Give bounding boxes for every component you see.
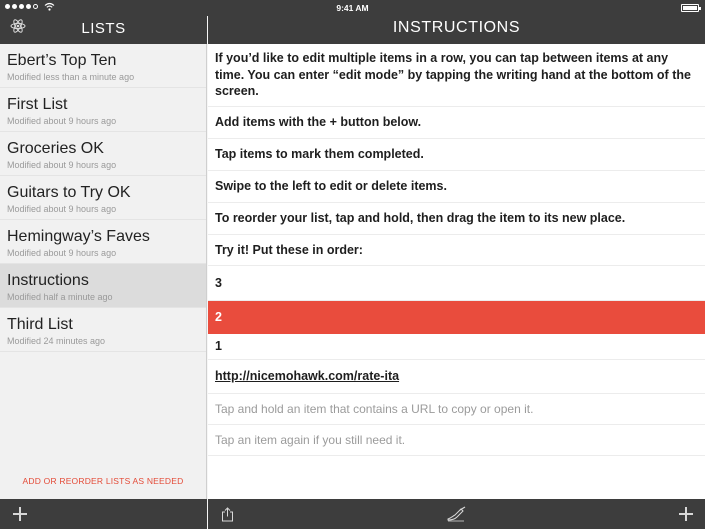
url-row[interactable]: http://nicemohawk.com/rate-ita [208,360,705,394]
list-row[interactable]: If you’d like to edit multiple items in … [208,44,705,107]
list-item-modified: Modified half a minute ago [7,292,113,302]
list-item-name: First List [7,96,68,113]
sidebar-title: LISTS [81,20,126,37]
writing-hand-icon[interactable] [446,506,466,522]
list-item-modified: Modified about 9 hours ago [7,160,117,170]
list-item-selected[interactable]: Instructions Modified half a minute ago [0,264,206,308]
list-item-name: Hemingway’s Faves [7,228,150,245]
list-row[interactable]: Tap an item again if you still need it. [208,425,705,456]
list-item-name: Third List [7,316,73,333]
list-row[interactable]: 1 [208,334,705,360]
add-item-plus-icon[interactable] [679,507,693,521]
list-item-modified: Modified about 9 hours ago [7,204,117,214]
add-list-plus-icon[interactable] [13,507,27,521]
status-bar: 9:41 AM [0,0,705,16]
list-row[interactable]: 3 [208,266,705,301]
list-row[interactable]: Add items with the + button below. [208,107,705,139]
instruction-items: If you’d like to edit multiple items in … [208,44,705,456]
list-row[interactable]: Tap and hold an item that contains a URL… [208,394,705,425]
list-row[interactable]: Swipe to the left to edit or delete item… [208,171,705,203]
share-icon[interactable] [221,507,234,522]
list-item[interactable]: First List Modified about 9 hours ago [0,88,206,132]
list-item-name: Ebert’s Top Ten [7,52,117,69]
lists: Ebert’s Top Ten Modified less than a min… [0,44,206,352]
list-row[interactable]: Try it! Put these in order: [208,235,705,266]
battery-icon [681,4,701,12]
list-item-name: Guitars to Try OK [7,184,131,201]
status-time: 9:41 AM [336,3,369,13]
lists-sidebar: LISTS Ebert’s Top Ten Modified less than… [0,0,207,529]
instructions-panel: INSTRUCTIONS If you’d like to edit multi… [208,0,705,529]
list-item-modified: Modified less than a minute ago [7,72,135,82]
sidebar-toolbar [0,499,207,529]
list-item[interactable]: Guitars to Try OK Modified about 9 hours… [0,176,206,220]
page-title: INSTRUCTIONS [392,19,521,36]
list-item[interactable]: Ebert’s Top Ten Modified less than a min… [0,44,206,88]
main-toolbar [208,499,705,529]
list-item-name: Groceries OK [7,140,104,157]
list-row[interactable]: To reorder your list, tap and hold, then… [208,203,705,235]
list-row-highlighted[interactable]: 2 [208,301,705,334]
list-item[interactable]: Hemingway’s Faves Modified about 9 hours… [0,220,206,264]
list-item-modified: Modified 24 minutes ago [7,336,106,346]
list-item-modified: Modified about 9 hours ago [7,248,117,258]
list-item-modified: Modified about 9 hours ago [7,116,117,126]
list-row[interactable]: Tap items to mark them completed. [208,139,705,171]
list-item[interactable]: Third List Modified 24 minutes ago [0,308,206,352]
sidebar-hint: ADD OR REORDER LISTS AS NEEDED [22,476,184,486]
list-item-name: Instructions [7,272,89,289]
list-item[interactable]: Groceries OK Modified about 9 hours ago [0,132,206,176]
